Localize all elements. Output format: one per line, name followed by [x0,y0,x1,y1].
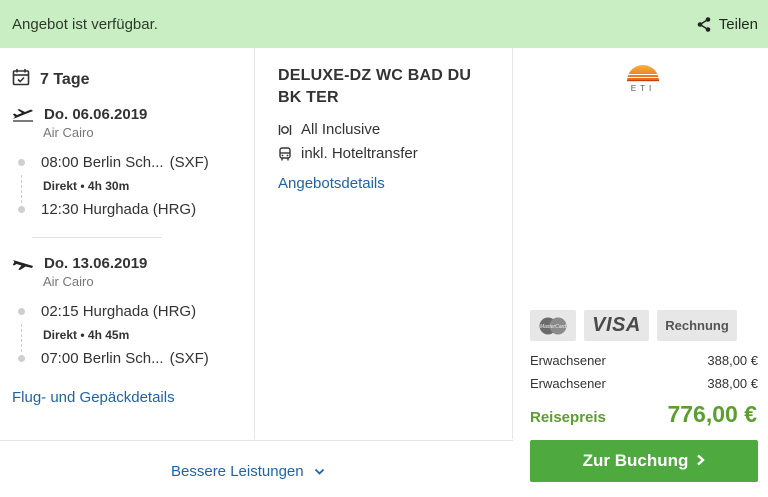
return-airline: Air Cairo [43,274,94,289]
trip-duration: 7 Tage [12,68,90,91]
outbound-date: Do. 06.06.2019 [44,106,148,123]
share-button[interactable]: Teilen [697,16,758,33]
visa-badge: VISA [584,310,649,341]
stop-dot [18,308,25,315]
share-label: Teilen [718,15,758,33]
price-row: Erwachsener 388,00 € [530,353,758,368]
return-direct: Direkt • 4h 45m [43,328,130,342]
plane-departure-icon [12,108,34,122]
leg-divider [32,237,162,238]
return-departure-place: 02:15 Hurghada (HRG) [41,303,197,320]
chevron-right-icon [696,451,706,471]
outbound-departure: 08:00 Berlin Sch... (SXF) [12,154,209,171]
outbound-departure-code: (SXF) [169,154,209,171]
room-title: DELUXE-DZ WC BAD DU BK TER [278,67,472,106]
availability-banner: Angebot ist verfügbar. Teilen [0,0,768,48]
outbound-airline: Air Cairo [43,125,94,140]
total-price: 776,00 € [667,401,757,427]
return-arrival: 07:00 Berlin Sch... (SXF) [12,350,209,367]
better-services-label: Bessere Leistungen [171,463,304,480]
better-services-toggle[interactable]: Bessere Leistungen [171,463,325,480]
transfer-feature: inkl. Hoteltransfer [278,145,418,162]
transfer-label: inkl. Hoteltransfer [301,145,418,162]
book-button[interactable]: Zur Buchung [530,440,758,482]
stop-dot [18,159,25,166]
chevron-down-icon [314,463,325,480]
bottom-bar: Bessere Leistungen [0,440,513,497]
calendar-icon [12,68,30,91]
stop-dot [18,206,25,213]
invoice-badge: Rechnung [657,310,737,341]
mastercard-badge: MasterCard [530,310,576,341]
svg-text:MasterCard: MasterCard [540,324,566,330]
total-label: Reisepreis [530,409,606,426]
outbound-leg: Do. 06.06.2019 Air Cairo [12,106,147,140]
outbound-arrival: 12:30 Hurghada (HRG) [12,201,196,218]
price-label: Erwachsener [530,376,606,391]
outbound-departure-place: 08:00 Berlin Sch... [41,154,164,171]
cutlery-icon [278,123,292,137]
offer-details-link[interactable]: Angebotsdetails [278,175,385,192]
return-departure: 02:15 Hurghada (HRG) [12,303,196,320]
price-value: 388,00 € [707,353,758,368]
return-leg: Do. 13.06.2019 Air Cairo [12,255,147,289]
hotel-panel: DELUXE-DZ WC BAD DU BK TER All Inclusive… [255,48,513,439]
operator-logo: ETI [626,64,660,93]
route-line [21,175,22,203]
payment-methods: MasterCard VISA Rechnung [530,310,737,341]
operator-logo-text: ETI [630,84,656,93]
bus-icon [278,146,292,161]
outbound-direct: Direkt • 4h 30m [43,179,130,193]
return-date: Do. 13.06.2019 [44,255,148,272]
return-arrival-code: (SXF) [169,350,209,367]
board-feature: All Inclusive [278,121,380,138]
availability-text: Angebot ist verfügbar. [12,15,158,33]
board-label: All Inclusive [301,121,381,138]
price-label: Erwachsener [530,353,606,368]
duration-label: 7 Tage [40,70,90,88]
flight-details-link[interactable]: Flug- und Gepäckdetails [12,389,175,406]
route-line [21,324,22,352]
stop-dot [18,355,25,362]
booking-panel: ETI MasterCard VISA Rechnung Erwachsener… [513,48,768,497]
plane-arrival-icon [12,257,34,271]
book-button-label: Zur Buchung [582,451,689,470]
flight-panel: 7 Tage Do. 06.06.2019 Air Cairo 08:00 Be… [0,48,255,439]
share-icon [697,16,711,32]
return-arrival-place: 07:00 Berlin Sch... [41,350,164,367]
price-value: 388,00 € [707,376,758,391]
outbound-arrival-place: 12:30 Hurghada (HRG) [41,201,197,218]
price-row: Erwachsener 388,00 € [530,376,758,391]
